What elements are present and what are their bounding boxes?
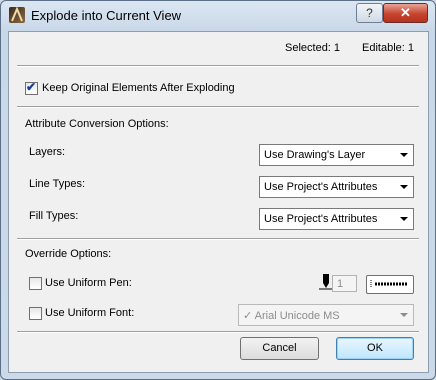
layers-label: Layers: bbox=[29, 146, 66, 158]
uniform-pen-label: Use Uniform Pen: bbox=[45, 277, 132, 289]
dialog-body: Selected: 1 Editable: 1 ✔ Keep Original … bbox=[8, 31, 429, 373]
pen-icon bbox=[319, 274, 333, 290]
window-title: Explode into Current View bbox=[31, 8, 182, 23]
chevron-down-icon bbox=[400, 153, 408, 157]
dialog-window: Explode into Current View ? ✕ Selected: … bbox=[0, 0, 436, 380]
uniform-font-checkbox[interactable] bbox=[29, 307, 42, 320]
font-name: Arial Unicode MS bbox=[254, 310, 340, 322]
cancel-button[interactable]: Cancel bbox=[240, 337, 319, 360]
separator bbox=[17, 331, 419, 333]
uniform-font-label: Use Uniform Font: bbox=[45, 307, 135, 319]
layers-select-value: Use Drawing's Layer bbox=[264, 149, 366, 161]
separator bbox=[17, 106, 419, 108]
font-select-value: ✓ Arial Unicode MS bbox=[243, 309, 340, 322]
ok-button[interactable]: OK bbox=[336, 337, 414, 360]
uniform-pen-checkbox[interactable] bbox=[29, 277, 42, 290]
line-types-select[interactable]: Use Project's Attributes bbox=[259, 176, 414, 198]
chevron-down-icon bbox=[400, 313, 408, 317]
check-icon: ✓ bbox=[243, 310, 253, 322]
check-icon: ✔ bbox=[26, 80, 37, 94]
close-button[interactable]: ✕ bbox=[383, 3, 428, 23]
selected-count: Selected: 1 bbox=[285, 42, 341, 54]
fill-types-select[interactable]: Use Project's Attributes bbox=[259, 208, 414, 230]
attribute-section-heading: Attribute Conversion Options: bbox=[25, 118, 169, 130]
line-types-label: Line Types: bbox=[29, 178, 86, 190]
layers-select[interactable]: Use Drawing's Layer bbox=[259, 144, 414, 166]
keep-original-label: Keep Original Elements After Exploding bbox=[42, 82, 235, 94]
separator bbox=[17, 65, 419, 67]
separator bbox=[17, 238, 419, 240]
help-button[interactable]: ? bbox=[356, 3, 383, 23]
fill-types-select-value: Use Project's Attributes bbox=[264, 213, 378, 225]
title-bar[interactable]: Explode into Current View ? ✕ bbox=[1, 1, 435, 31]
app-icon bbox=[9, 7, 25, 23]
font-select[interactable]: ✓ Arial Unicode MS bbox=[238, 304, 414, 326]
pen-number-field[interactable]: 1 bbox=[332, 275, 357, 292]
fill-types-label: Fill Types: bbox=[29, 210, 79, 222]
chevron-down-icon bbox=[400, 185, 408, 189]
override-section-heading: Override Options: bbox=[25, 248, 112, 260]
line-pattern-swatch[interactable] bbox=[366, 275, 414, 294]
keep-original-checkbox[interactable]: ✔ bbox=[25, 80, 38, 95]
editable-count: Editable: 1 bbox=[362, 42, 414, 54]
line-types-select-value: Use Project's Attributes bbox=[264, 181, 378, 193]
chevron-down-icon bbox=[400, 217, 408, 221]
